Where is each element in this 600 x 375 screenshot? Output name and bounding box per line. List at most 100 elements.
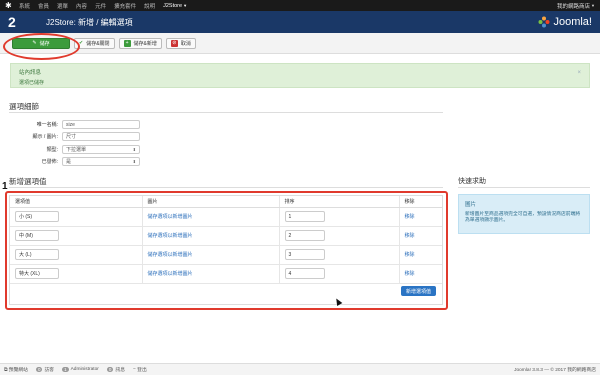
field-label: 類型: xyxy=(46,147,58,153)
menu-extensions[interactable]: 擴充套件 xyxy=(114,2,136,10)
message-title: 站內訊息 xyxy=(19,70,42,76)
caret-down-icon: ▼ xyxy=(591,3,595,8)
table-row: 特大 (XL) 儲存選項以新增圖片 4 移除 xyxy=(10,264,442,284)
option-value-input[interactable]: 中 (M) xyxy=(15,230,59,241)
menu-j2store[interactable]: J2Store▼ xyxy=(163,3,187,9)
add-image-link[interactable]: 儲存選項以新增圖片 xyxy=(148,233,193,239)
order-input[interactable]: 3 xyxy=(284,249,325,260)
logout-link[interactable]: − 登出 xyxy=(133,366,147,373)
check-icon: ✔ xyxy=(79,40,84,46)
option-value-input[interactable]: 大 (L) xyxy=(15,249,59,260)
option-value-input[interactable]: 特大 (XL) xyxy=(15,268,59,279)
version-text: Joomla! 3.8.3 — © 2017 我的網路商店 xyxy=(514,368,596,373)
field-label: 顯示 / 圖片: xyxy=(32,134,58,140)
close-icon[interactable]: × xyxy=(577,70,581,76)
add-image-link[interactable]: 儲存選項以新增圖片 xyxy=(148,271,193,277)
table-header-row: 選項值 圖片 排序 移除 xyxy=(10,196,442,208)
help-title: 快速求助 xyxy=(458,178,486,185)
column-header: 排序 xyxy=(279,196,400,208)
admins-label: Administrator xyxy=(70,367,99,372)
save-close-button[interactable]: ✔ 儲存&關閉 xyxy=(74,37,115,49)
order-input[interactable]: 4 xyxy=(284,268,325,279)
edit-icon: ✎ xyxy=(32,40,37,46)
page-title: J2Store: 新增 / 編輯選項 xyxy=(46,17,133,27)
type-select[interactable]: 下拉選單 ⬍ xyxy=(62,145,140,154)
annotation-number-2: 2 xyxy=(8,14,16,30)
column-header: 圖片 xyxy=(142,196,280,208)
message-body: 選項已儲存 xyxy=(19,80,45,86)
help-box: 圖片 新增圖片至商品選項完全可自選，預設情況商店前端將為單選項顯示圖片。 xyxy=(458,194,590,234)
column-header: 移除 xyxy=(399,196,442,208)
published-select[interactable]: 是 ⬍ xyxy=(62,157,140,166)
table-row: 小 (S) 儲存選項以新增圖片 1 移除 xyxy=(10,207,442,227)
table-row: 大 (L) 儲存選項以新增圖片 3 移除 xyxy=(10,245,442,265)
field-published: 已發佈: 是 ⬍ xyxy=(0,157,140,166)
add-option-value-button[interactable]: 新增選項值 xyxy=(400,286,436,296)
unique-name-input[interactable]: size xyxy=(62,120,140,129)
menu-help[interactable]: 說明 xyxy=(144,2,155,10)
remove-link[interactable]: 移除 xyxy=(405,252,415,258)
status-bar: ⧉ 預覽網站 0 訪客 1 Administrator 0 訊息 − 登出 Jooml… xyxy=(0,363,600,375)
add-image-link[interactable]: 儲存選項以新增圖片 xyxy=(148,252,193,258)
field-label: 唯一名稱: xyxy=(36,122,58,128)
option-value-input[interactable]: 小 (S) xyxy=(15,211,59,222)
select-arrows-icon: ⬍ xyxy=(132,159,136,164)
menu-users[interactable]: 會員 xyxy=(38,2,49,10)
menu-j2store-label: J2Store xyxy=(163,2,183,9)
values-section-title: 新增選項值 xyxy=(9,177,47,186)
remove-link[interactable]: 移除 xyxy=(405,214,415,220)
save-close-label: 儲存&關閉 xyxy=(86,40,110,47)
admin-menu-bar: ✱ 系統 會員 選單 內容 元件 擴充套件 說明 J2Store▼ 我的網路商店… xyxy=(0,0,600,11)
joomla-logo: Joomla! xyxy=(538,16,592,28)
save-label: 儲存 xyxy=(39,40,50,47)
view-site-link[interactable]: ⧉ 預覽網站 xyxy=(4,366,28,374)
messages-status[interactable]: 0 訊息 xyxy=(106,366,125,373)
table-row: 中 (M) 儲存選項以新增圖片 2 移除 xyxy=(10,226,442,246)
help-box-body: 新增圖片至商品選項完全可自選，預設情況商店前端將為單選項顯示圖片。 xyxy=(465,212,581,223)
menu-content[interactable]: 內容 xyxy=(76,2,87,10)
divider xyxy=(9,187,443,188)
joomla-brand-text: Joomla! xyxy=(553,16,592,28)
select-arrows-icon: ⬍ xyxy=(132,147,136,152)
save-button[interactable]: ✎ 儲存 xyxy=(12,37,70,49)
order-input[interactable]: 2 xyxy=(284,230,325,241)
menu-components[interactable]: 元件 xyxy=(95,2,106,10)
plus-icon: + xyxy=(123,39,131,47)
site-menu[interactable]: 我的網路商店 ▼ xyxy=(557,2,595,10)
toolbar: ✎ 儲存 ✔ 儲存&關閉 + 儲存&新增 ⊘ 取消 xyxy=(0,33,600,54)
site-label: 我的網路商店 xyxy=(557,3,591,10)
save-new-label: 儲存&新增 xyxy=(133,40,157,47)
visitors-status[interactable]: 0 訪客 xyxy=(35,366,54,373)
order-input[interactable]: 1 xyxy=(284,211,325,222)
display-name-input[interactable]: 尺寸 xyxy=(62,132,140,141)
visitors-count: 0 xyxy=(35,367,43,372)
option-values-table: 選項值 圖片 排序 移除 小 (S) 儲存選項以新增圖片 1 移除 中 (M) … xyxy=(9,195,443,305)
menu-menus[interactable]: 選單 xyxy=(57,2,68,10)
cancel-button[interactable]: ⊘ 取消 xyxy=(165,37,196,49)
joomla-logo-icon xyxy=(538,16,550,28)
admins-count: 1 xyxy=(62,367,69,372)
annotation-number-1: 1 xyxy=(2,181,8,192)
add-image-link[interactable]: 儲存選項以新增圖片 xyxy=(148,214,193,220)
column-header: 選項值 xyxy=(10,196,143,208)
field-display-name: 顯示 / 圖片: 尺寸 xyxy=(0,132,140,141)
divider xyxy=(458,187,590,188)
messages-label: 訊息 xyxy=(115,368,125,373)
remove-link[interactable]: 移除 xyxy=(405,233,415,239)
save-new-button[interactable]: + 儲存&新增 xyxy=(118,37,162,49)
system-message: 站內訊息 選項已儲存 × xyxy=(10,63,590,88)
remove-link[interactable]: 移除 xyxy=(405,271,415,277)
menu-system[interactable]: 系統 xyxy=(19,2,30,10)
caret-down-icon: ▼ xyxy=(183,2,188,8)
admins-status[interactable]: 1 Administrator xyxy=(62,367,99,372)
logout-label: 登出 xyxy=(137,368,147,373)
options-section-title: 選項細節 xyxy=(9,102,39,111)
field-unique-name: 唯一名稱: size xyxy=(0,120,140,129)
messages-count: 0 xyxy=(106,367,114,372)
view-site-label: 預覽網站 xyxy=(8,368,28,373)
page-header: 2 J2Store: 新增 / 編輯選項 Joomla! xyxy=(0,11,600,33)
cancel-label: 取消 xyxy=(180,40,191,47)
joomla-menu-icon[interactable]: ✱ xyxy=(5,1,13,10)
type-select-value: 下拉選單 xyxy=(66,147,87,153)
field-label: 已發佈: xyxy=(41,159,58,165)
